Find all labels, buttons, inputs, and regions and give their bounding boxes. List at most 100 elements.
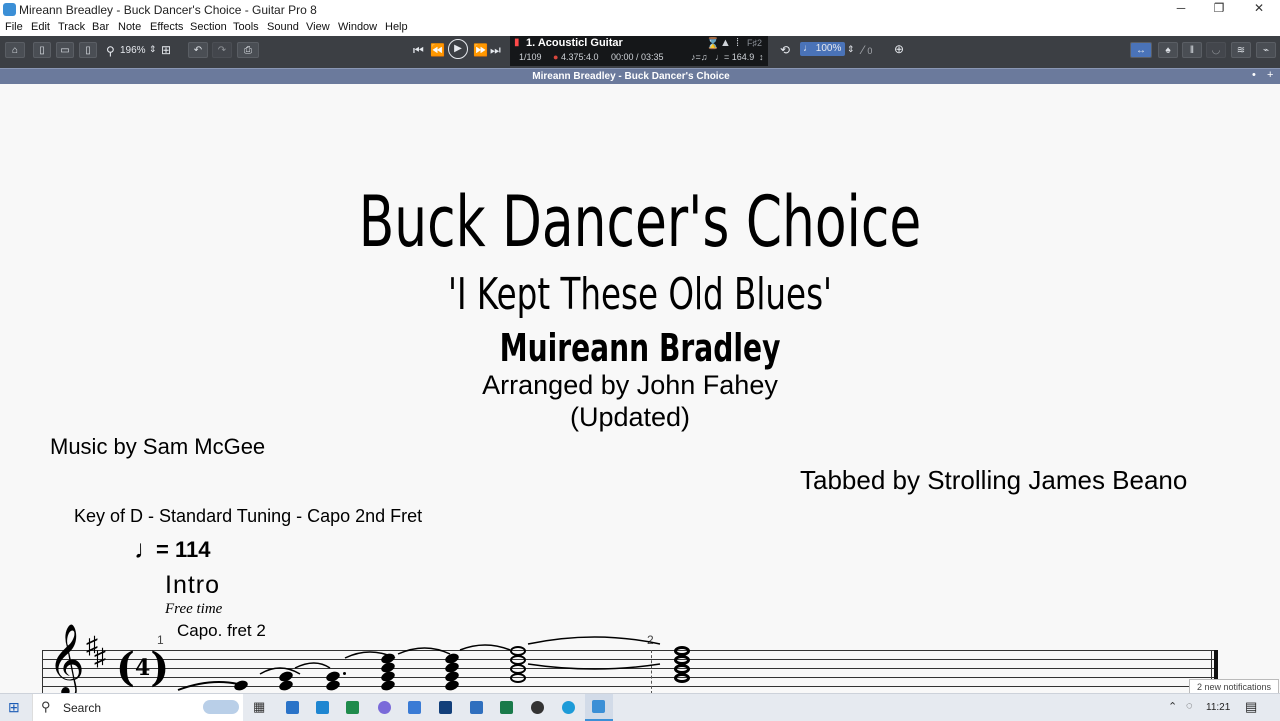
menu-track[interactable]: Track [58,21,85,33]
score-music-by[interactable]: Music by Sam McGee [50,434,265,460]
metronome-volume-field[interactable]: ♩ 100% [800,42,845,56]
window-title: Mireann Breadley - Buck Dancer's Choice … [19,3,317,17]
time-display: 00:00 / 03:35 [611,52,664,62]
redo-button[interactable]: ↷ [212,42,232,58]
menu-edit[interactable]: Edit [31,21,50,33]
tempo-marking[interactable]: = 114 [156,537,210,563]
zoom-stepper-icon[interactable]: ⇕ [149,44,157,55]
menu-help[interactable]: Help [385,21,408,33]
edge-browser-icon[interactable] [562,701,575,714]
menu-bar: File Edit Track Bar Note Effects Section… [0,19,1280,36]
score-artist[interactable]: Muireann Bradley [455,326,825,370]
metronome-icon[interactable]: ▲ [720,37,731,49]
track-instrument-icon: ▮ [514,37,520,48]
media-app-icon[interactable] [439,701,452,714]
guitar-view-button[interactable]: ♠ [1158,42,1178,58]
volume-stepper-icon[interactable]: ⇕ [847,44,855,55]
track-lcd-display: ▮ 1. Acousticl Guitar 1/109 ● 4.375:4.0 … [510,36,768,66]
count-in-icon[interactable]: ⊕ [894,42,904,56]
score-key-info[interactable]: Key of D - Standard Tuning - Capo 2nd Fr… [74,506,422,527]
menu-effects[interactable]: Effects [150,21,183,33]
document-tab-title[interactable]: Mireann Breadley - Buck Dancer's Choice [0,71,1262,82]
loop-icon[interactable]: ⟲ [780,43,790,57]
network-icon[interactable]: ◌ [1186,700,1193,712]
spreadsheet-app-icon[interactable] [500,701,513,714]
undo-button[interactable]: ↶ [188,42,208,58]
action-center-icon[interactable]: ▤ [1245,699,1257,715]
calendar-app-icon[interactable] [408,701,421,714]
go-to-end-icon[interactable]: ⏭ [490,43,501,58]
windows-start-icon[interactable]: ⊞ [8,699,20,716]
panel-left-button[interactable]: ▯ [33,42,51,58]
bar-position: 1/109 [519,52,542,62]
tab-menu-icon[interactable]: • [1252,69,1256,81]
zoom-level[interactable]: 196% [120,45,146,56]
document-tab-strip: Mireann Breadley - Buck Dancer's Choice … [0,68,1280,85]
tie-arcs [177,636,661,691]
minimize-icon[interactable]: ─ [1166,1,1196,15]
taskbar-clock[interactable]: 11:21 [1206,702,1230,713]
section-label[interactable]: Intro [165,571,220,600]
record-dot-icon: ● [553,52,559,62]
time-signature-top: 4 [134,655,151,681]
more-options-icon[interactable]: ⁞ [736,37,739,49]
search-icon: ⚲ [41,699,51,714]
score-subtitle[interactable]: 'I Kept These Old Blues' [418,270,862,320]
tuner-button[interactable]: ⌁ [1256,42,1276,58]
taskbar-search-box[interactable]: ⚲ Search [32,694,243,721]
menu-file[interactable]: File [5,21,23,33]
store-app-icon[interactable] [316,701,329,714]
menu-bar[interactable]: Bar [92,21,109,33]
play-icon[interactable]: ▶ [448,39,468,59]
menu-tools[interactable]: Tools [233,21,259,33]
beat-position: 4.375:4.0 [561,52,599,62]
rewind-icon[interactable]: ⏪ [430,43,445,57]
maximize-icon[interactable]: ❐ [1204,1,1234,15]
guitar-pro-taskbar-button[interactable] [585,694,613,721]
piano-view-button[interactable]: ‖ [1182,42,1202,58]
key-signature-label: F♯2 [747,38,763,48]
pitch-shift-icon[interactable]: ⁄ 0 [862,43,872,57]
app-icon[interactable] [378,701,391,714]
fit-width-button[interactable]: ↔ [1130,42,1152,58]
fast-forward-icon[interactable]: ⏩ [473,43,488,57]
free-time-marking[interactable]: Free time [165,601,222,618]
task-view-icon[interactable]: ▦ [253,699,265,715]
pitch-shift-value: 0 [867,46,873,56]
mail-app-icon[interactable] [286,701,299,714]
triplet-feel: ♪=♫ [691,52,708,62]
score-tabbed-by[interactable]: Tabbed by Strolling James Beano [800,465,1187,496]
document-app-icon[interactable] [470,701,483,714]
panel-right-button[interactable]: ▯ [79,42,97,58]
close-icon[interactable]: ✕ [1244,1,1274,15]
page-layout-icon[interactable]: ⊞ [161,43,171,57]
tempo-stepper-icon[interactable]: ↕ [759,52,764,62]
time-signature: (4) [116,644,170,691]
windows-taskbar: ⊞ ⚲ Search ▦ ⌃ ◌ 11:21 ▤ [0,693,1280,721]
score-arranger[interactable]: Arranged by John Fahey [340,370,920,401]
sharp-c-icon: ♯ [94,644,106,671]
menu-view[interactable]: View [306,21,330,33]
drum-view-button[interactable]: ◡ [1206,42,1226,58]
panel-bottom-button[interactable]: ▭ [56,42,74,58]
window-title-bar: Mireann Breadley - Buck Dancer's Choice … [0,0,1280,19]
go-to-start-icon[interactable]: ⏮ [413,43,424,58]
score-title[interactable]: Buck Dancer's Choice [344,182,936,262]
menu-section[interactable]: Section [190,21,227,33]
menu-sound[interactable]: Sound [267,21,299,33]
home-button[interactable]: ⌂ [5,42,25,58]
staff-start-barline [42,650,43,694]
new-tab-icon[interactable]: + [1267,69,1273,81]
menu-note[interactable]: Note [118,21,141,33]
recorder-app-icon[interactable] [531,701,544,714]
score-updated-note[interactable]: (Updated) [340,402,920,433]
menu-window[interactable]: Window [338,21,377,33]
track-name[interactable]: 1. Acousticl Guitar [526,37,623,49]
search-highlight-icon [203,700,239,714]
tray-chevron-icon[interactable]: ⌃ [1168,700,1177,713]
guitar-pro-taskbar-icon [592,700,605,713]
audio-wave-button[interactable]: ≋ [1231,42,1251,58]
guitar-pro-app-icon [3,3,16,16]
print-button[interactable]: ⎙ [237,42,259,58]
excel-app-icon[interactable] [346,701,359,714]
